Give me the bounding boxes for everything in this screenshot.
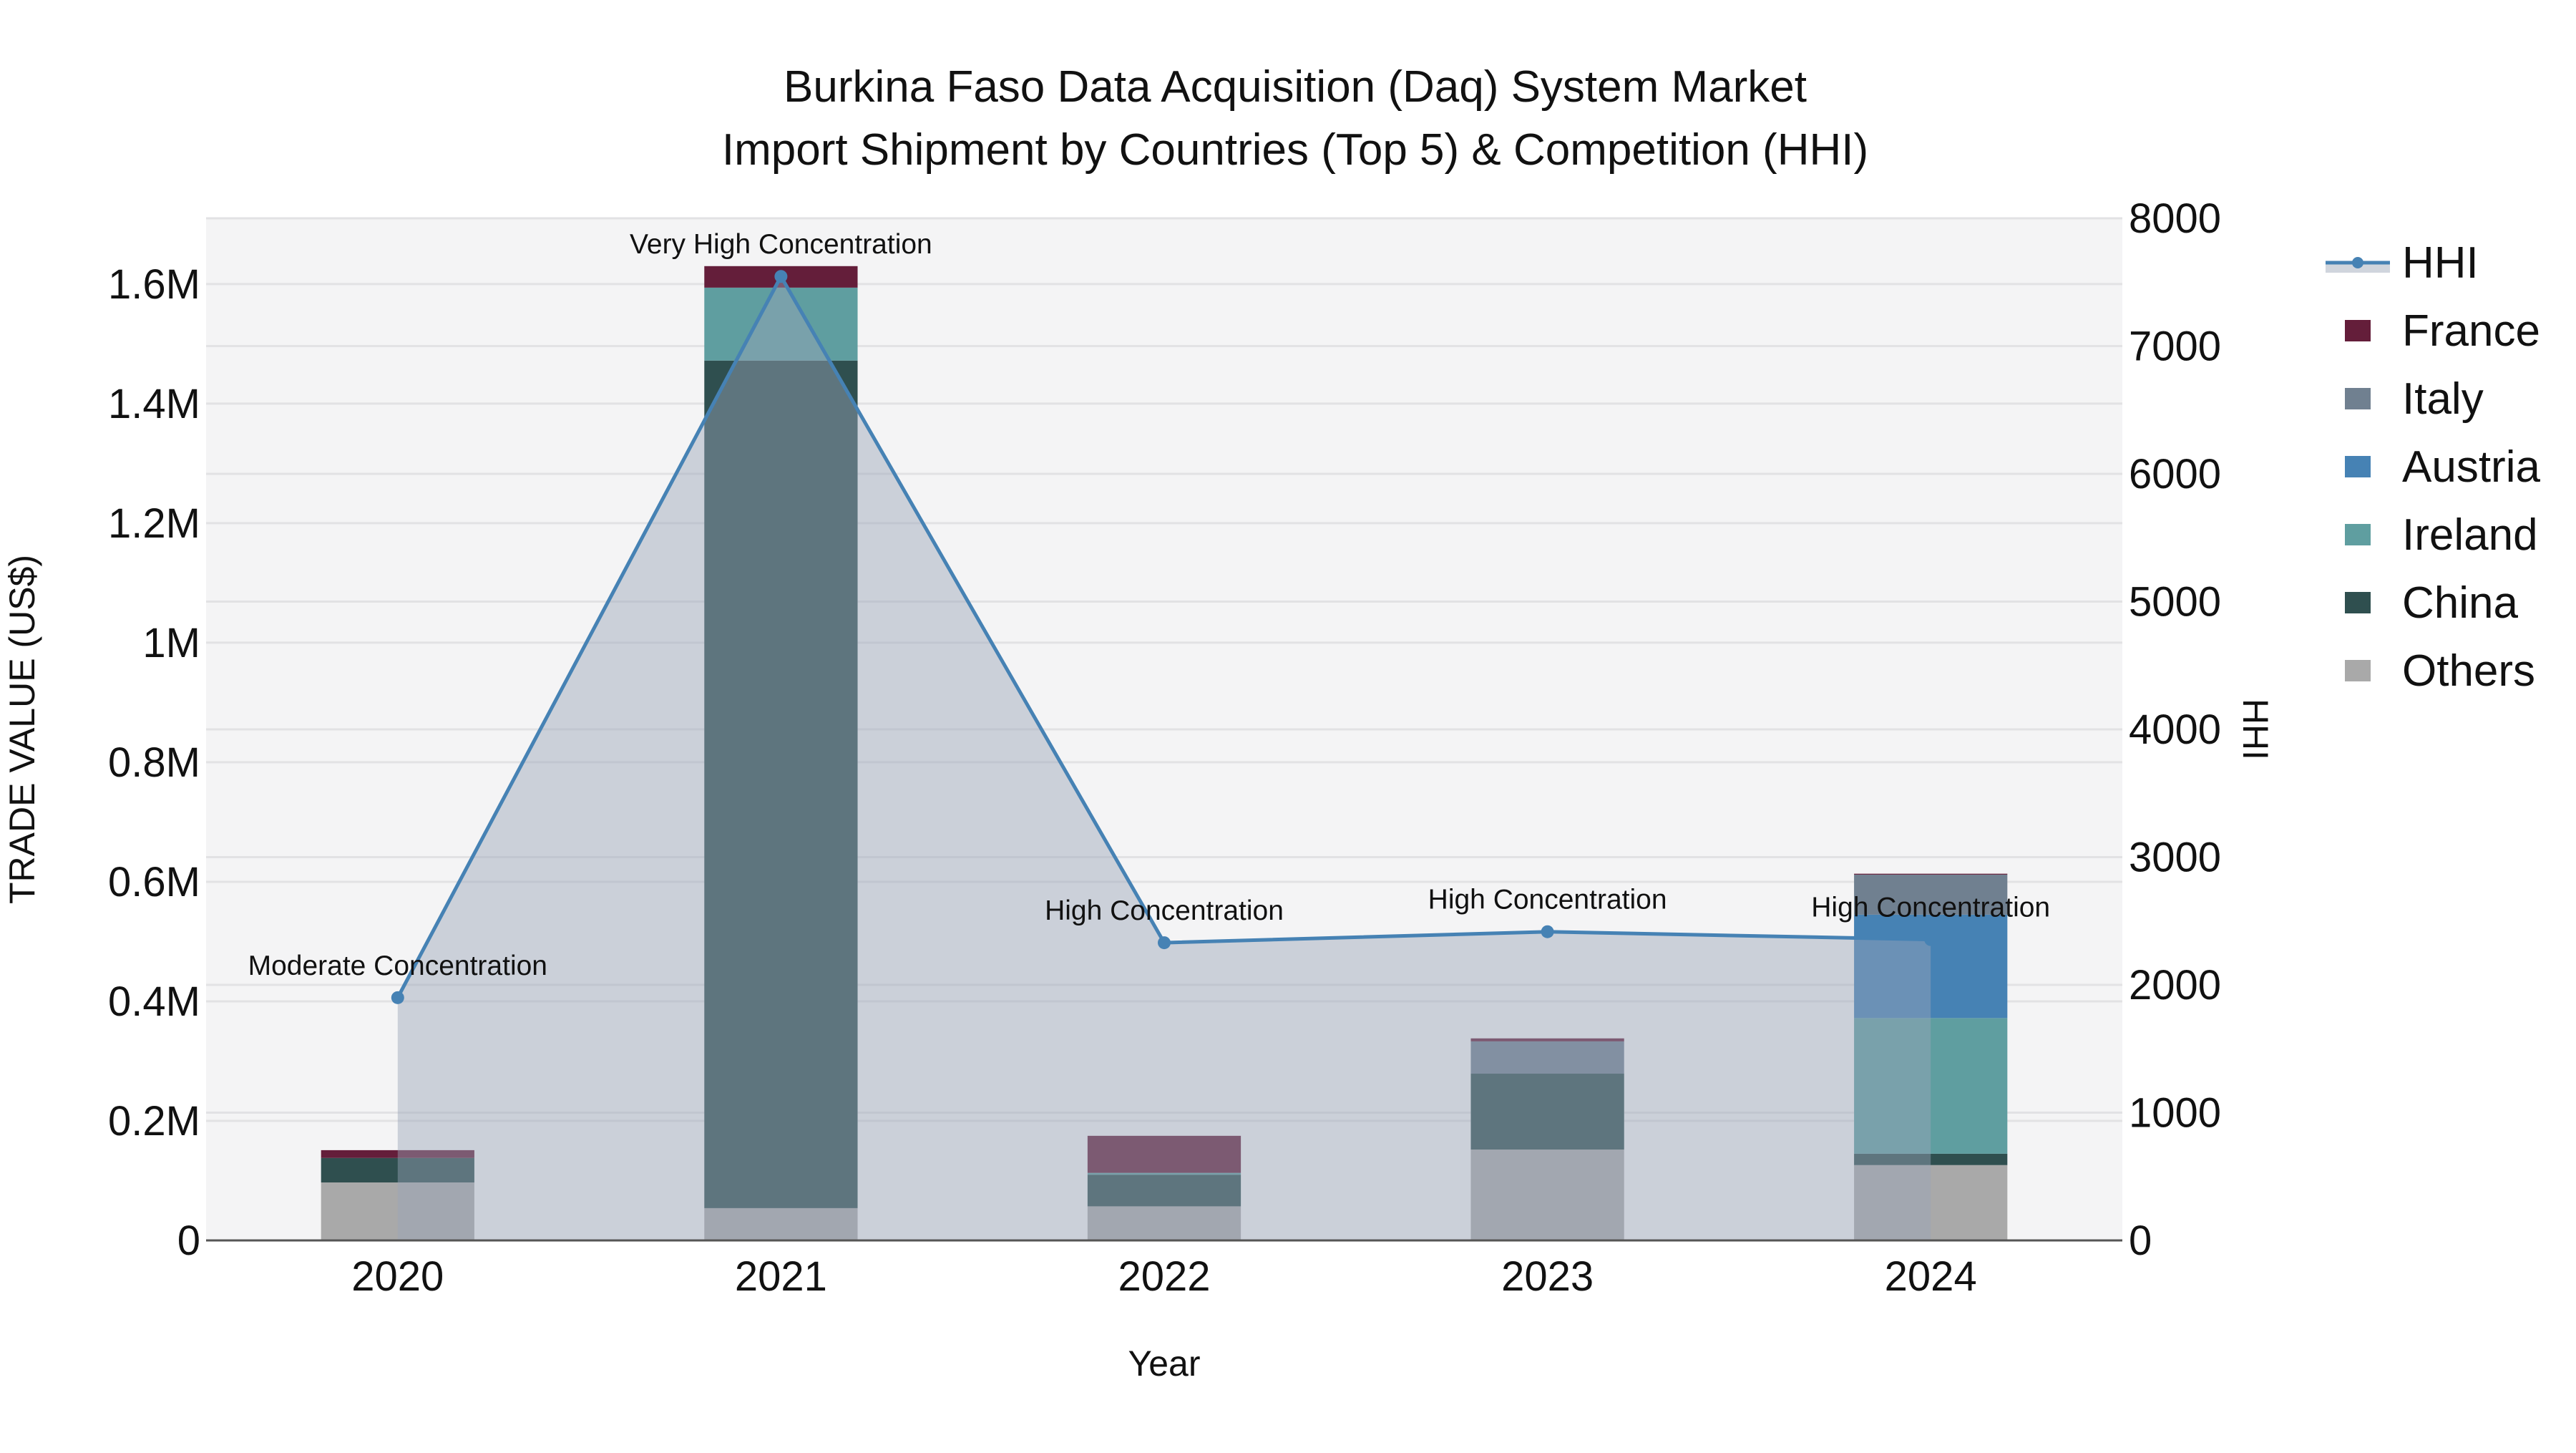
- legend-label: China: [2402, 578, 2519, 628]
- legend-swatch-china: [2345, 592, 2371, 613]
- y2-tick-label: 8000: [2129, 195, 2221, 242]
- y-tick-label: 0.6M: [108, 859, 200, 905]
- x-tick-label: 2020: [351, 1253, 444, 1300]
- x-tick-label: 2024: [1885, 1253, 1977, 1300]
- legend-swatch-ireland: [2345, 524, 2371, 545]
- hhi-point-2020: [391, 991, 404, 1004]
- chart-title-line-2: Import Shipment by Countries (Top 5) & C…: [722, 125, 1868, 175]
- hhi-annotation-2023: High Concentration: [1428, 885, 1667, 915]
- y2-axis-ticks: 0 1000 2000 3000 4000 5000 6000 7000 8000: [2129, 195, 2221, 1264]
- hhi-annotation-2020: Moderate Concentration: [248, 951, 547, 981]
- y2-tick-label: 7000: [2129, 324, 2221, 370]
- y-axis-ticks: 0 0.2M 0.4M 0.6M 0.8M 1M 1.2M 1.4M 1.6M: [108, 261, 200, 1264]
- y2-tick-label: 3000: [2129, 835, 2221, 881]
- y-axis-title: TRADE VALUE (US$): [2, 555, 42, 904]
- chart-title-line-1: Burkina Faso Data Acquisition (Daq) Syst…: [784, 62, 1807, 112]
- legend-label: Italy: [2402, 374, 2484, 424]
- hhi-point-2023: [1541, 925, 1554, 938]
- chart: Moderate Concentration Very High Concentr…: [2, 62, 2540, 1384]
- bar-france-2024: [1854, 873, 2008, 875]
- y-tick-label: 1.4M: [108, 381, 200, 427]
- y2-tick-label: 6000: [2129, 451, 2221, 497]
- y-tick-label: 0: [177, 1218, 200, 1264]
- legend-swatch-others: [2345, 660, 2371, 681]
- legend-hhi-marker: [2352, 257, 2363, 268]
- hhi-point-2024: [1924, 933, 1938, 946]
- y2-axis-title: HHI: [2235, 699, 2275, 760]
- legend-item-china: China: [2345, 578, 2519, 628]
- y-tick-label: 1.6M: [108, 261, 200, 308]
- legend-label: Ireland: [2402, 510, 2538, 560]
- y-tick-label: 1M: [142, 620, 200, 666]
- y-tick-label: 1.2M: [108, 500, 200, 547]
- hhi-point-2022: [1158, 936, 1171, 950]
- legend-swatch-austria: [2345, 456, 2371, 477]
- hhi-point-2021: [774, 270, 788, 283]
- x-tick-label: 2022: [1118, 1253, 1210, 1300]
- legend-item-austria: Austria: [2345, 442, 2540, 492]
- legend-label: France: [2402, 306, 2540, 356]
- x-tick-label: 2021: [735, 1253, 827, 1300]
- y-tick-label: 0.8M: [108, 739, 200, 786]
- x-tick-label: 2023: [1501, 1253, 1594, 1300]
- hhi-annotation-2021: Very High Concentration: [630, 229, 932, 260]
- y2-tick-label: 5000: [2129, 579, 2221, 626]
- legend-swatch-france: [2345, 320, 2371, 341]
- legend-item-ireland: Ireland: [2345, 510, 2538, 560]
- legend-item-france: France: [2345, 306, 2540, 356]
- legend-item-hhi: HHI: [2326, 238, 2479, 288]
- legend-label: HHI: [2402, 238, 2479, 288]
- x-axis-title: Year: [1128, 1343, 1200, 1384]
- y-tick-label: 0.2M: [108, 1098, 200, 1145]
- legend-swatch-italy: [2345, 388, 2371, 409]
- legend: HHI France Italy Austria Ireland China Others: [2326, 238, 2540, 696]
- x-axis-ticks: 2020 2021 2022 2023 2024: [351, 1253, 1976, 1300]
- legend-label: Others: [2402, 646, 2535, 696]
- legend-item-italy: Italy: [2345, 374, 2484, 424]
- y2-tick-label: 2000: [2129, 962, 2221, 1009]
- y2-tick-label: 1000: [2129, 1090, 2221, 1137]
- y2-tick-label: 4000: [2129, 706, 2221, 753]
- y2-tick-label: 0: [2129, 1218, 2152, 1264]
- legend-label: Austria: [2402, 442, 2540, 492]
- hhi-annotation-2022: High Concentration: [1045, 895, 1284, 926]
- hhi-annotation-2024: High Concentration: [1811, 893, 2050, 923]
- y-tick-label: 0.4M: [108, 978, 200, 1025]
- legend-item-others: Others: [2345, 646, 2535, 696]
